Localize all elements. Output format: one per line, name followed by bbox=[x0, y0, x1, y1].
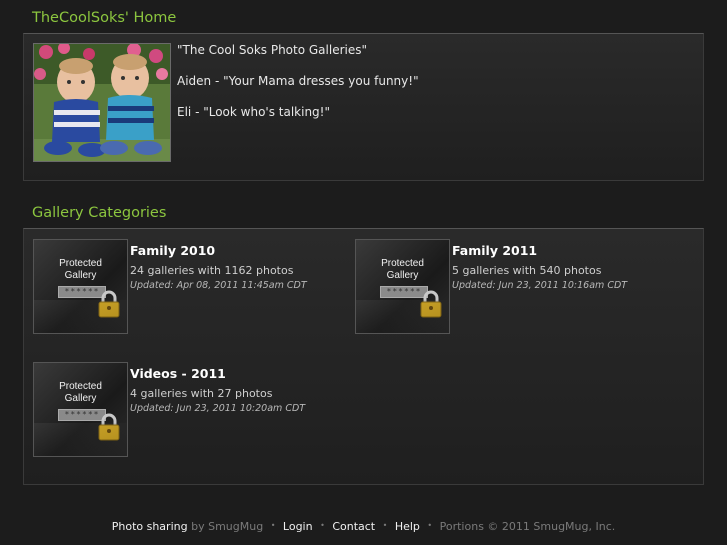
home-line-3: Eli - "Look who's talking!" bbox=[177, 105, 331, 119]
thumbnail-shine bbox=[34, 300, 127, 333]
home-line-1: "The Cool Soks Photo Galleries" bbox=[177, 43, 368, 57]
home-description: "The Cool Soks Photo Galleries" Aiden - … bbox=[177, 42, 419, 135]
help-link[interactable]: Help bbox=[395, 520, 420, 533]
smugmug-credit: by SmugMug bbox=[191, 520, 264, 533]
separator-dot: • bbox=[382, 521, 388, 530]
twins-photo-image bbox=[34, 44, 170, 161]
photo-sharing-link[interactable]: Photo sharing bbox=[112, 520, 188, 533]
gallery-thumbnail[interactable]: Protected Gallery ****** bbox=[33, 362, 128, 457]
categories-panel: Protected Gallery ****** Family 2010 24 … bbox=[23, 228, 704, 485]
thumbnail-shine bbox=[34, 423, 127, 456]
gallery-updated: Updated: Jun 23, 2011 10:16am CDT bbox=[452, 280, 628, 291]
separator-dot: • bbox=[427, 521, 433, 530]
gallery-videos-2011[interactable]: Protected Gallery ****** Videos - 2011 4… bbox=[33, 362, 343, 457]
categories-title: Gallery Categories bbox=[32, 205, 167, 221]
login-link[interactable]: Login bbox=[283, 520, 313, 533]
gallery-count: 4 galleries with 27 photos bbox=[130, 387, 273, 400]
home-panel: "The Cool Soks Photo Galleries" Aiden - … bbox=[23, 33, 704, 181]
thumbnail-shine bbox=[356, 300, 449, 333]
protected-label-line2: Gallery bbox=[386, 270, 419, 281]
gallery-thumbnail[interactable]: Protected Gallery ****** bbox=[355, 239, 450, 334]
home-featured-photo[interactable] bbox=[33, 43, 171, 162]
home-title: TheCoolSoks' Home bbox=[32, 10, 177, 26]
separator-dot: • bbox=[320, 521, 325, 530]
protected-label-line2: Gallery bbox=[64, 270, 97, 281]
protected-label-line1: Protected bbox=[59, 381, 102, 392]
gallery-updated: Updated: Apr 08, 2011 11:45am CDT bbox=[130, 280, 307, 291]
copyright-text: Portions © 2011 SmugMug, Inc. bbox=[439, 520, 616, 533]
protected-label-line2: Gallery bbox=[64, 393, 97, 404]
gallery-title[interactable]: Family 2011 bbox=[452, 243, 627, 258]
protected-label: Protected Gallery bbox=[34, 258, 127, 282]
separator-dot: • bbox=[270, 521, 276, 530]
gallery-thumbnail[interactable]: Protected Gallery ****** bbox=[33, 239, 128, 334]
home-line-2: Aiden - "Your Mama dresses you funny!" bbox=[177, 74, 419, 88]
footer: Photo sharing by SmugMug • Login • Conta… bbox=[0, 520, 727, 533]
contact-link[interactable]: Contact bbox=[332, 520, 375, 533]
gallery-count: 24 galleries with 1162 photos bbox=[130, 264, 294, 277]
gallery-updated: Updated: Jun 23, 2011 10:20am CDT bbox=[130, 403, 306, 414]
gallery-count: 5 galleries with 540 photos bbox=[452, 264, 602, 277]
gallery-family-2010[interactable]: Protected Gallery ****** Family 2010 24 … bbox=[33, 239, 343, 334]
gallery-title[interactable]: Videos - 2011 bbox=[130, 366, 305, 381]
protected-label: Protected Gallery bbox=[34, 381, 127, 405]
gallery-family-2011[interactable]: Protected Gallery ****** Family 2011 5 g… bbox=[355, 239, 665, 334]
protected-label-line1: Protected bbox=[381, 258, 424, 269]
protected-label: Protected Gallery bbox=[356, 258, 449, 282]
protected-label-line1: Protected bbox=[59, 258, 102, 269]
gallery-title[interactable]: Family 2010 bbox=[130, 243, 307, 258]
